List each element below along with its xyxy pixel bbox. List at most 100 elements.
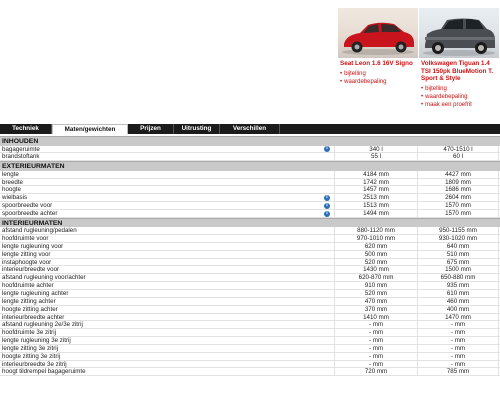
column-divider [498,368,499,376]
value-car-1: - mm [368,344,384,352]
column-divider [498,145,499,153]
column-divider [498,297,499,305]
value-car-2: - mm [450,352,466,360]
info-icon[interactable]: i [324,202,330,209]
value-car-1: 370 mm [364,305,388,313]
row-label: interieurbreedte achter [2,313,65,321]
row-label: interieurbreedte voor [2,266,60,274]
link-waardebepaling[interactable]: waardebepaling [340,78,418,86]
tab-verschillen[interactable]: Verschillen [220,124,280,134]
info-icon[interactable]: i [324,195,330,202]
value-car-2: 1470 mm [445,313,471,321]
value-car-1: 2513 mm [363,194,389,202]
table-row: interieurbreedte 3e zitrij - mm - mm [0,360,500,369]
link-bijtelling[interactable]: bijtelling [421,85,499,93]
row-label: breedte [2,178,23,186]
car-name[interactable]: Seat Leon 1.6 16V Signo [338,60,418,68]
value-car-2: 930-1020 mm [438,235,478,243]
table-row: lengte 4184 mm 4427 mm [0,170,500,179]
value-car-1: 500 mm [364,250,388,258]
value-car-1: 55 l [371,153,381,161]
row-label: lengte rugleuning achter [2,290,69,297]
info-icon[interactable]: i [324,210,330,217]
car-name[interactable]: Volkswagen Tiguan 1.4 TSI 150pk BlueMoti… [419,60,499,83]
table-row: breedte 1742 mm 1809 mm [0,178,500,187]
column-divider [498,202,499,209]
table-row: interieurbreedte voor 1430 mm 1500 mm [0,266,500,275]
tab-bar: Techniek Maten/gewichten Prijzen Uitrust… [0,124,500,134]
column-divider [498,329,499,337]
row-label: hoofdruimte voor [2,235,49,243]
car-photo-seat-leon[interactable] [338,8,418,58]
table-row: spoorbreedte voor i 1513 mm 1570 mm [0,202,500,210]
car-column-2: Volkswagen Tiguan 1.4 TSI 150pk BlueMoti… [419,8,499,109]
row-label: interieurbreedte 3e zitrij [2,360,67,368]
table-row: hoogte zitting achter 370 mm 400 mm [0,305,500,314]
value-car-2: - mm [450,360,466,368]
column-divider [498,337,499,344]
value-car-2: 640 mm [446,242,470,250]
table-row: interieurbreedte achter 1410 mm 1470 mm [0,313,500,322]
table-row: spoorbreedte achter i 1494 mm 1570 mm [0,209,500,218]
table-row: instaphoogte voor 520 mm 675 mm [0,258,500,267]
row-label: wielbasis [2,194,28,202]
link-proefrit[interactable]: maak een proefrit [421,101,499,109]
column-divider [498,178,499,186]
column-divider [498,360,499,368]
value-car-1: 340 l [369,145,383,153]
column-divider [334,258,335,266]
table-row: lengte rugleuning achter 520 mm 610 mm [0,290,500,298]
value-car-2: 60 l [453,153,463,161]
column-divider [334,170,335,178]
table-row: hoogte 1457 mm 1686 mm [0,186,500,195]
column-divider [498,194,499,202]
column-divider [498,352,499,360]
car-photo-vw-tiguan[interactable] [419,8,499,58]
table-row: afstand rugleuning voor/achter 620-870 mm… [0,274,500,283]
value-car-1: 1494 mm [363,209,389,217]
column-divider [334,209,335,217]
value-car-1: 4184 mm [363,170,389,178]
table-row: lengte zitting voor 500 mm 510 mm [0,250,500,259]
link-bijtelling[interactable]: bijtelling [340,70,418,78]
table-row: hoofdruimte 3e zitrij - mm - mm [0,329,500,338]
value-car-1: 880-1120 mm [357,227,395,235]
tab-uitrusting[interactable]: Uitrusting [174,124,220,134]
column-divider [498,170,499,178]
column-divider [334,313,335,321]
row-label: instaphoogte voor [2,258,52,266]
column-divider [334,297,335,305]
value-car-2: 400 mm [446,305,470,313]
row-label: hoogte zitting achter [2,305,58,313]
column-divider [498,274,499,282]
value-car-1: 1513 mm [363,202,389,210]
value-car-1: 970-1010 mm [356,235,396,243]
column-divider [334,242,335,250]
tab-prijzen[interactable]: Prijzen [128,124,174,134]
value-car-2: 1686 mm [445,186,471,194]
link-waardebepaling[interactable]: waardebepaling [421,93,499,101]
table-row: bagageruimte i 340 l 470-1510 l [0,145,500,154]
value-car-1: 1457 mm [363,186,389,194]
column-divider [334,290,335,297]
value-car-1: 520 mm [364,258,388,266]
table-row: lengte zitting 3e zitrij - mm - mm [0,344,500,353]
column-divider [334,153,335,161]
row-label: lengte zitting 3e zitrij [2,344,59,352]
info-icon[interactable]: i [324,146,330,153]
column-divider [334,235,335,242]
column-divider [334,186,335,194]
value-car-2: 950-1155 mm [439,227,477,235]
column-divider [334,344,335,352]
column-divider [498,209,499,217]
column-divider [334,178,335,186]
row-label: lengte rugleuning 3e zitrij [2,337,71,345]
value-car-2: - mm [450,321,466,329]
value-car-2: - mm [450,337,466,345]
table-row: hoogt tildrempel bagageruimte 720 mm 785 m… [0,368,500,377]
table-row: lengte rugleuning voor 620 mm 640 mm [0,242,500,251]
column-divider [334,282,335,289]
tab-maten-gewichten[interactable]: Maten/gewichten [52,124,128,134]
tab-techniek[interactable]: Techniek [0,124,52,134]
table-row: hoofdruimte voor 970-1010 mm 930-1020 mm [0,235,500,243]
